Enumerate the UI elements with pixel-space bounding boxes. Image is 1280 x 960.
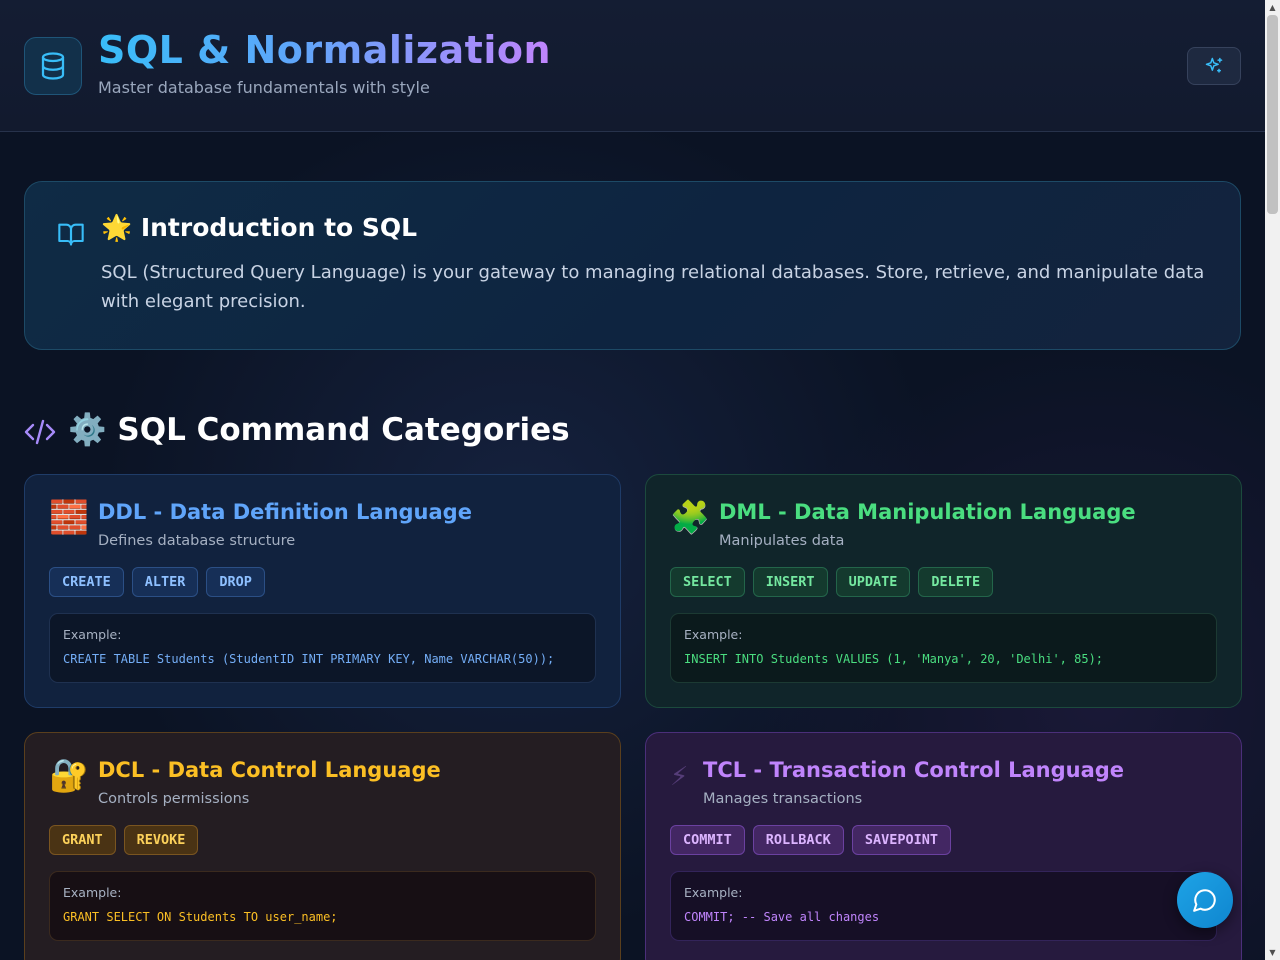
code-icon — [24, 419, 56, 445]
scroll-down-arrow-icon[interactable]: ▼ — [1265, 945, 1280, 960]
chat-button[interactable] — [1177, 872, 1233, 928]
database-icon — [41, 52, 65, 80]
example-label: Example: — [63, 885, 122, 900]
example-label: Example: — [63, 627, 122, 642]
ddl-title: DDL - Data Definition Language — [98, 500, 472, 524]
intro-card: 🌟 Introduction to SQL SQL (Structured Qu… — [24, 181, 1241, 350]
command-delete[interactable]: DELETE — [918, 567, 994, 597]
scroll-up-arrow-icon[interactable]: ▲ — [1265, 0, 1280, 15]
chat-bubble-icon — [1193, 889, 1216, 912]
example-label: Example: — [684, 627, 743, 642]
example-code: CREATE TABLE Students (StudentID INT PRI… — [63, 652, 555, 666]
section-title: ⚙️ SQL Command Categories — [68, 412, 570, 448]
ddl-description: Defines database structure — [98, 533, 296, 549]
dcl-commands: GRANT REVOKE — [49, 825, 199, 855]
command-alter[interactable]: ALTER — [131, 567, 199, 597]
dml-description: Manipulates data — [719, 533, 845, 549]
lightning-icon: ⚡ — [670, 762, 689, 792]
command-revoke[interactable]: REVOKE — [123, 825, 199, 855]
tcl-example: Example: COMMIT; -- Save all changes — [670, 871, 1217, 941]
ddl-commands: CREATE ALTER DROP — [49, 567, 265, 597]
command-commit[interactable]: COMMIT — [670, 825, 745, 855]
intro-title: 🌟 Introduction to SQL — [101, 213, 418, 242]
tcl-title: TCL - Transaction Control Language — [703, 758, 1125, 782]
page-subtitle: Master database fundamentals with style — [98, 78, 430, 97]
app-page: SQL & Normalization Master database fund… — [0, 0, 1265, 960]
tcl-card: ⚡ TCL - Transaction Control Language Man… — [645, 732, 1242, 960]
tcl-description: Manages transactions — [703, 791, 863, 807]
command-select[interactable]: SELECT — [670, 567, 745, 597]
vertical-scrollbar[interactable]: ▲ ▼ — [1265, 0, 1280, 960]
ddl-card: 🧱 DDL - Data Definition Language Defines… — [24, 474, 621, 708]
command-rollback[interactable]: ROLLBACK — [752, 825, 844, 855]
sparkles-icon — [1205, 57, 1223, 73]
command-grant[interactable]: GRANT — [49, 825, 116, 855]
example-code: COMMIT; -- Save all changes — [684, 910, 880, 924]
command-update[interactable]: UPDATE — [835, 567, 911, 597]
command-insert[interactable]: INSERT — [752, 567, 828, 597]
scrollbar-thumb[interactable] — [1267, 15, 1278, 214]
page-title: SQL & Normalization — [98, 28, 552, 72]
command-drop[interactable]: DROP — [206, 567, 265, 597]
dcl-example: Example: GRANT SELECT ON Students TO use… — [49, 871, 596, 941]
dml-commands: SELECT INSERT UPDATE DELETE — [670, 567, 994, 597]
brick-icon: 🧱 — [49, 498, 89, 536]
example-label: Example: — [684, 885, 743, 900]
intro-text: SQL (Structured Query Language) is your … — [101, 262, 1205, 312]
book-open-icon — [58, 223, 84, 246]
app-header: SQL & Normalization Master database fund… — [0, 0, 1265, 132]
dcl-card: 🔐 DCL - Data Control Language Controls p… — [24, 732, 621, 960]
command-create[interactable]: CREATE — [49, 567, 124, 597]
sparkles-button[interactable] — [1187, 47, 1241, 85]
dml-card: 🧩 DML - Data Manipulation Language Manip… — [645, 474, 1242, 708]
ddl-example: Example: CREATE TABLE Students (StudentI… — [49, 613, 596, 683]
tcl-commands: COMMIT ROLLBACK SAVEPOINT — [670, 825, 951, 855]
puzzle-icon: 🧩 — [670, 498, 710, 536]
dml-title: DML - Data Manipulation Language — [719, 500, 1136, 524]
example-code: INSERT INTO Students VALUES (1, 'Manya',… — [684, 652, 1104, 666]
dcl-description: Controls permissions — [98, 791, 250, 807]
dml-example: Example: INSERT INTO Students VALUES (1,… — [670, 613, 1217, 683]
example-code: GRANT SELECT ON Students TO user_name; — [63, 910, 338, 924]
lock-icon: 🔐 — [49, 756, 89, 794]
dcl-title: DCL - Data Control Language — [98, 758, 441, 782]
logo-badge — [24, 37, 82, 95]
command-savepoint[interactable]: SAVEPOINT — [851, 825, 951, 855]
